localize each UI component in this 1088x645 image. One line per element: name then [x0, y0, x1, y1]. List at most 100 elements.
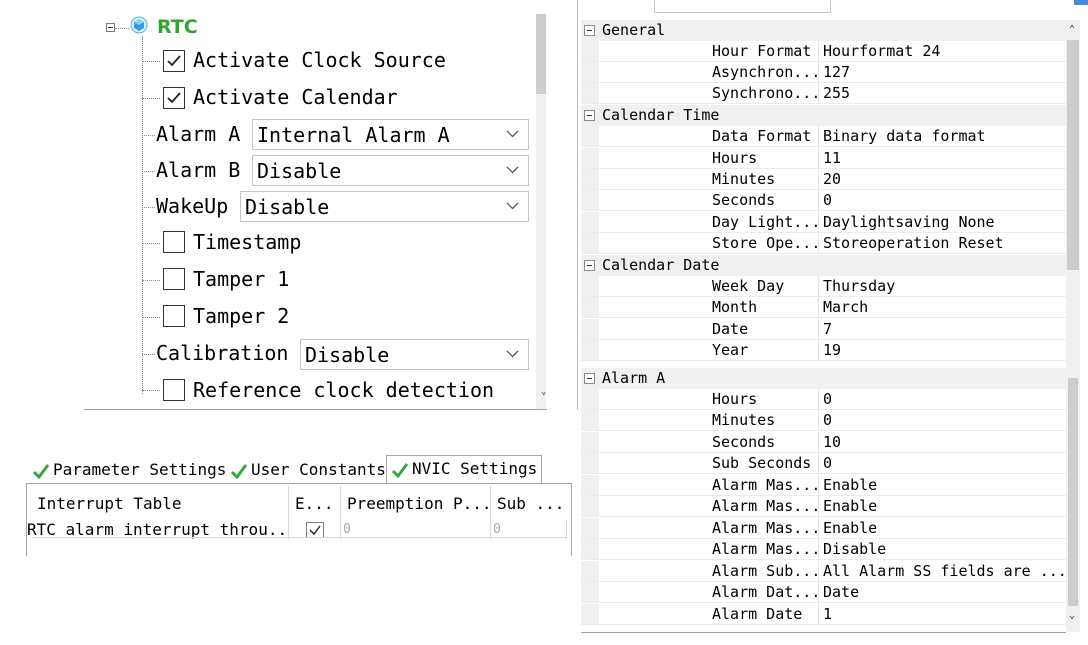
tree-guide-line	[142, 61, 160, 62]
category-general[interactable]: General	[581, 20, 1066, 41]
property-row[interactable]: Alarm Dat... Date	[581, 582, 1066, 603]
property-row[interactable]: Alarm Sub... All Alarm SS fields are ...	[581, 561, 1066, 582]
property-row[interactable]: Week Day Thursday	[581, 276, 1066, 297]
tree-scrollbar-thumb[interactable]	[536, 14, 546, 94]
property-row[interactable]: Day Light... Daylightsaving None	[581, 212, 1066, 233]
activate-clock-source-checkbox[interactable]	[163, 50, 185, 72]
property-row[interactable]: Date 7	[581, 319, 1066, 340]
property-value[interactable]: Enable	[823, 475, 877, 496]
property-row[interactable]: Alarm Mas... Enable	[581, 518, 1066, 539]
property-row[interactable]: Seconds 10	[581, 432, 1066, 453]
property-value[interactable]: 1	[823, 604, 832, 625]
property-value[interactable]: 11	[823, 148, 841, 169]
tree-guide-line	[142, 36, 143, 394]
property-value[interactable]: Enable	[823, 518, 877, 539]
property-value[interactable]: Daylightsaving None	[823, 212, 995, 233]
category-alarm-a[interactable]: Alarm A	[581, 368, 1066, 389]
property-value[interactable]: 10	[823, 432, 841, 453]
collapse-icon[interactable]	[106, 23, 115, 32]
property-row[interactable]: Alarm Mas... Enable	[581, 496, 1066, 517]
property-row[interactable]: Synchrono... 255	[581, 83, 1066, 104]
property-value[interactable]: 0	[823, 190, 832, 211]
property-row[interactable]: Month March	[581, 297, 1066, 318]
tamper2-checkbox[interactable]	[163, 305, 185, 327]
collapse-icon[interactable]	[584, 25, 595, 36]
property-row[interactable]: Hour Format Hourformat 24	[581, 41, 1066, 62]
property-row[interactable]: Alarm Mas... Enable	[581, 475, 1066, 496]
property-value[interactable]: 7	[823, 319, 832, 340]
tab-parameter-settings[interactable]: Parameter Settings	[32, 457, 226, 483]
property-row[interactable]: Minutes 0	[581, 410, 1066, 431]
property-row[interactable]: Year 19	[581, 340, 1066, 361]
checkmark-icon	[167, 55, 181, 67]
property-name: Data Format	[712, 127, 812, 145]
column-header-sub-priority[interactable]: Sub ...	[491, 486, 567, 520]
property-name: Hours	[712, 149, 758, 167]
grid-scrollbar-thumb-lower[interactable]	[1068, 378, 1078, 606]
tamper1-checkbox[interactable]	[163, 268, 185, 290]
wakeup-select[interactable]: Disable	[240, 191, 529, 222]
property-value[interactable]: Storeoperation Reset	[823, 233, 1004, 254]
property-value[interactable]: Binary data format	[823, 126, 986, 147]
property-row[interactable]: Seconds 0	[581, 190, 1066, 211]
property-value[interactable]: March	[823, 297, 868, 318]
property-name: Sub Seconds	[712, 454, 812, 472]
alarm-a-label: Alarm A	[156, 122, 241, 146]
collapse-icon[interactable]	[584, 260, 595, 271]
scroll-down-icon[interactable]: ⌄	[541, 387, 546, 397]
collapse-icon[interactable]	[584, 373, 595, 384]
property-row[interactable]: Minutes 20	[581, 169, 1066, 190]
settings-tabs: Parameter Settings User Constants NVIC S…	[26, 455, 572, 485]
property-value[interactable]: Enable	[823, 496, 877, 517]
property-row[interactable]: Asynchron... 127	[581, 62, 1066, 83]
property-value[interactable]: 127	[823, 62, 850, 83]
chevron-down-icon	[506, 350, 519, 358]
category-calendar-date[interactable]: Calendar Date	[581, 255, 1066, 276]
property-value[interactable]: Thursday	[823, 276, 895, 297]
property-name: Alarm Dat...	[712, 583, 819, 601]
property-value[interactable]: Disable	[823, 539, 886, 560]
category-calendar-time[interactable]: Calendar Time	[581, 105, 1066, 126]
property-row[interactable]: Hours 0	[581, 389, 1066, 410]
scroll-up-icon[interactable]: ⌃	[1069, 24, 1075, 35]
interrupt-enabled-checkbox[interactable]	[305, 522, 324, 538]
property-value[interactable]: Date	[823, 582, 859, 603]
property-row[interactable]: Alarm Date 1	[581, 604, 1066, 625]
category-title: General	[602, 21, 666, 39]
property-value[interactable]: All Alarm SS fields are ...	[823, 561, 1066, 582]
grid-scrollbar-thumb[interactable]	[1067, 40, 1079, 270]
property-value[interactable]: Hourformat 24	[823, 41, 940, 62]
column-header-preemption-priority[interactable]: Preemption P...	[341, 486, 491, 520]
tab-nvic-settings[interactable]: NVIC Settings	[386, 455, 543, 483]
property-value[interactable]: 20	[823, 169, 841, 190]
property-row[interactable]: Hours 11	[581, 148, 1066, 169]
property-name: Date	[712, 320, 749, 338]
property-value[interactable]: 0	[823, 410, 832, 431]
calibration-select[interactable]: Disable	[300, 339, 529, 370]
wakeup-label: WakeUp	[156, 194, 229, 218]
property-row[interactable]: Data Format Binary data format	[581, 126, 1066, 147]
tab-user-constants[interactable]: User Constants	[230, 457, 386, 483]
property-row[interactable]: Store Ope... Storeoperation Reset	[581, 233, 1066, 254]
tree-guide-line	[142, 390, 160, 391]
timestamp-checkbox[interactable]	[163, 231, 185, 253]
property-value[interactable]: 19	[823, 340, 841, 361]
alarm-a-select[interactable]: Internal Alarm A	[252, 119, 529, 150]
rtc-component-icon	[130, 16, 148, 34]
activate-calendar-checkbox[interactable]	[163, 87, 185, 109]
chevron-down-icon	[506, 130, 519, 138]
property-row[interactable]: Sub Seconds 0	[581, 453, 1066, 474]
property-row[interactable]: Alarm Mas... Disable	[581, 539, 1066, 560]
window-accent	[1074, 0, 1088, 5]
column-header-interrupt-table[interactable]: Interrupt Table	[31, 486, 289, 520]
reference-clock-checkbox[interactable]	[163, 379, 185, 401]
collapse-icon[interactable]	[584, 110, 595, 121]
category-title: Calendar Date	[602, 256, 720, 274]
column-header-enabled[interactable]: E...	[289, 486, 341, 520]
property-value[interactable]: 0	[823, 389, 832, 410]
scroll-down-icon[interactable]: ⌄	[1069, 610, 1075, 621]
alarm-b-select[interactable]: Disable	[252, 155, 529, 186]
tree-guide-line	[142, 243, 160, 244]
property-value[interactable]: 0	[823, 453, 832, 474]
property-value[interactable]: 255	[823, 83, 850, 104]
